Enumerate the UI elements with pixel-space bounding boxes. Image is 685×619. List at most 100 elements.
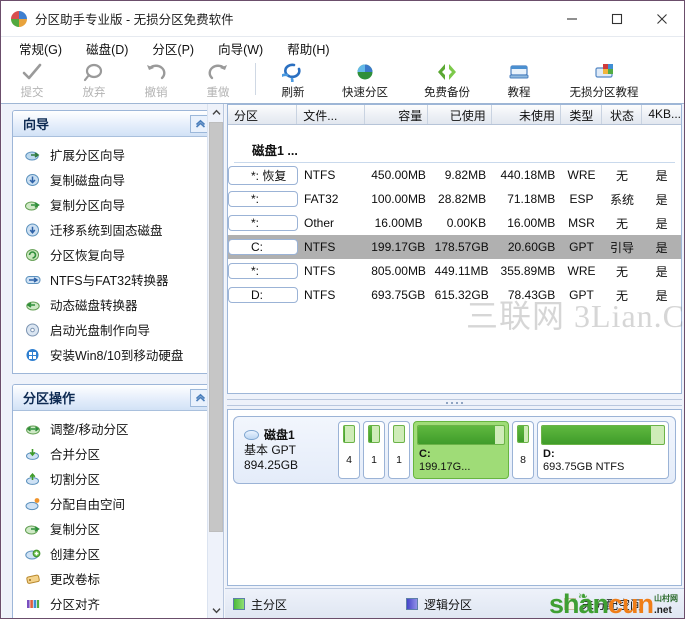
table-row-selected[interactable]: C: NTFS 199.17GB 178.57GB 20.60GB GPT 引导… [228,235,681,259]
menu-disk[interactable]: 磁盘(D) [74,37,140,60]
table-row[interactable]: *: 恢复 NTFS 450.00MB 9.82MB 440.18MB WRE … [228,163,681,187]
column-header-4kb-align[interactable]: 4KB... [642,105,681,124]
menu-wizard[interactable]: 向导(W) [206,37,275,60]
copy-partition-icon [25,521,41,537]
usage-bar [517,425,529,443]
toolbar-quick-partition-label: 快速分区 [342,84,388,100]
chevron-down-icon[interactable] [208,602,224,619]
close-button[interactable] [639,1,684,37]
sidebar-item-copy-disk[interactable]: 复制磁盘向导 [13,167,214,192]
column-header-status[interactable]: 状态 [602,105,643,124]
cell-4kb-align: 是 [642,191,681,208]
menu-partition[interactable]: 分区(P) [140,37,206,60]
maximize-button[interactable] [594,1,639,37]
table-row[interactable]: *: NTFS 805.00MB 449.11MB 355.89MB WRE 无… [228,259,681,283]
partition-block-recovery[interactable]: 4 [338,421,360,479]
sidebar-scrollbar[interactable] [207,104,223,619]
sidebar-item-copy-partition-label: 复制分区向导 [50,195,125,214]
disk-style: 基本 GPT [244,443,338,458]
disk-platter-icon [244,430,259,440]
application-window: 分区助手专业版 - 无损分区免费软件 常规(G) 磁盘(D) 分区(P) 向导(… [0,0,685,619]
sidebar-item-create-partition[interactable]: 创建分区 [13,541,214,566]
backup-icon [435,61,459,83]
sidebar-panel-partition-ops-header[interactable]: 分区操作 [13,385,214,411]
toolbar-refresh-label: 刷新 [282,84,305,100]
sidebar-item-copy-partition[interactable]: 复制分区向导 [13,192,214,217]
partition-block-c[interactable]: C: 199.17G... [413,421,509,479]
table-row[interactable]: D: NTFS 693.75GB 615.32GB 78.43GB GPT 无 … [228,283,681,307]
toolbar-undo-button[interactable]: 撤销 [125,59,187,103]
sidebar-item-win-to-go[interactable]: 安装Win8/10到移动硬盘 [13,342,214,367]
disk-map: 磁盘1 基本 GPT 894.25GB 4 1 [227,409,682,586]
horizontal-splitter[interactable] [225,397,684,408]
allocate-free-space-icon [25,496,41,512]
disk-row-disk1[interactable]: 磁盘1 基本 GPT 894.25GB 4 1 [233,416,676,484]
cell-status: 无 [602,167,643,184]
tutorial-icon [508,61,530,83]
sidebar-item-change-label-label: 更改卷标 [50,569,100,588]
discard-icon [83,61,105,83]
check-icon [21,61,43,83]
copy-partition-icon [25,197,41,213]
toolbar-redo-button[interactable]: 重做 [187,59,249,103]
toolbar-discard-button[interactable]: 放弃 [63,59,125,103]
sidebar-item-resize-move[interactable]: 调整/移动分区 [13,416,214,441]
sidebar-item-copy-partition-2[interactable]: 复制分区 [13,516,214,541]
sidebar-item-copy-partition-2-label: 复制分区 [50,519,100,538]
minimize-button[interactable] [549,1,594,37]
sidebar-item-migrate-os[interactable]: 迁移系统到固态磁盘 [13,217,214,242]
splitter-grip[interactable] [446,402,463,404]
sidebar-scrollbar-thumb[interactable] [209,122,223,532]
toolbar-lossless-tutorial-button[interactable]: 无损分区教程 [550,59,658,103]
cell-4kb-align: 是 [642,263,681,280]
column-header-type[interactable]: 类型 [561,105,602,124]
column-header-capacity[interactable]: 容量 [365,105,429,124]
sidebar-item-migrate-os-label: 迁移系统到固态磁盘 [50,220,163,239]
table-row[interactable]: *: Other 16.00MB 0.00KB 16.00MB MSR 无 是 [228,211,681,235]
split-partition-icon [25,471,41,487]
partition-block-d[interactable]: D: 693.75GB NTFS [537,421,669,479]
partition-block-msr[interactable]: 1 [388,421,410,479]
cell-unused: 20.60GB [492,240,561,254]
cell-capacity: 16.00MB [365,216,428,230]
legend-swatch-unallocated-icon [564,598,576,610]
sidebar-item-copy-disk-label: 复制磁盘向导 [50,170,125,189]
sidebar-item-partition-recovery[interactable]: 分区恢复向导 [13,242,214,267]
cell-4kb-align: 是 [642,239,681,256]
dynamic-disk-icon [25,297,41,313]
partition-block-wre[interactable]: 8 [512,421,534,479]
toolbar-tutorial-button[interactable]: 教程 [488,59,550,103]
partition-block-esp[interactable]: 1 [363,421,385,479]
table-row[interactable]: *: FAT32 100.00MB 28.82MB 71.18MB ESP 系统… [228,187,681,211]
toolbar-quick-partition-button[interactable]: 快速分区 [324,59,406,103]
menu-help[interactable]: 帮助(H) [275,37,341,60]
toolbar-refresh-button[interactable]: 刷新 [262,59,324,103]
menu-general[interactable]: 常规(G) [7,37,74,60]
sidebar-item-allocate-free-space[interactable]: 分配自由空间 [13,491,214,516]
chevron-up-icon[interactable] [208,104,224,121]
sidebar-item-merge-partition[interactable]: 合并分区 [13,441,214,466]
sidebar-item-align-partition[interactable]: 分区对齐 [13,591,214,616]
column-header-filesystem[interactable]: 文件... [297,105,364,124]
fs-convert-icon [25,272,41,288]
column-header-unused[interactable]: 未使用 [492,105,561,124]
sidebar-item-split-partition[interactable]: 切割分区 [13,466,214,491]
toolbar-tutorial-label: 教程 [508,84,531,100]
toolbar-backup-label: 免费备份 [424,84,470,100]
sidebar-item-extend-partition[interactable]: 扩展分区向导 [13,142,214,167]
toolbar-backup-button[interactable]: 免费备份 [406,59,488,103]
sidebar-item-dynamic-disk[interactable]: 动态磁盘转换器 [13,292,214,317]
window-controls [549,1,684,37]
sidebar-panel-wizard-header[interactable]: 向导 [13,111,214,137]
table-group-header-label: 磁盘1 ... [252,140,298,159]
toolbar-commit-button[interactable]: 提交 [1,59,63,103]
table-group-header-disk1[interactable]: 磁盘1 ... [234,131,675,163]
align-partition-icon [25,596,41,612]
sidebar-item-change-label[interactable]: 更改卷标 [13,566,214,591]
sidebar-item-boot-cd[interactable]: 启动光盘制作向导 [13,317,214,342]
column-header-partition[interactable]: 分区 [228,105,297,124]
usage-bar [368,425,380,443]
sidebar-item-fs-convert[interactable]: NTFS与FAT32转换器 [13,267,214,292]
cell-type: WRE [561,168,602,182]
column-header-used[interactable]: 已使用 [428,105,492,124]
